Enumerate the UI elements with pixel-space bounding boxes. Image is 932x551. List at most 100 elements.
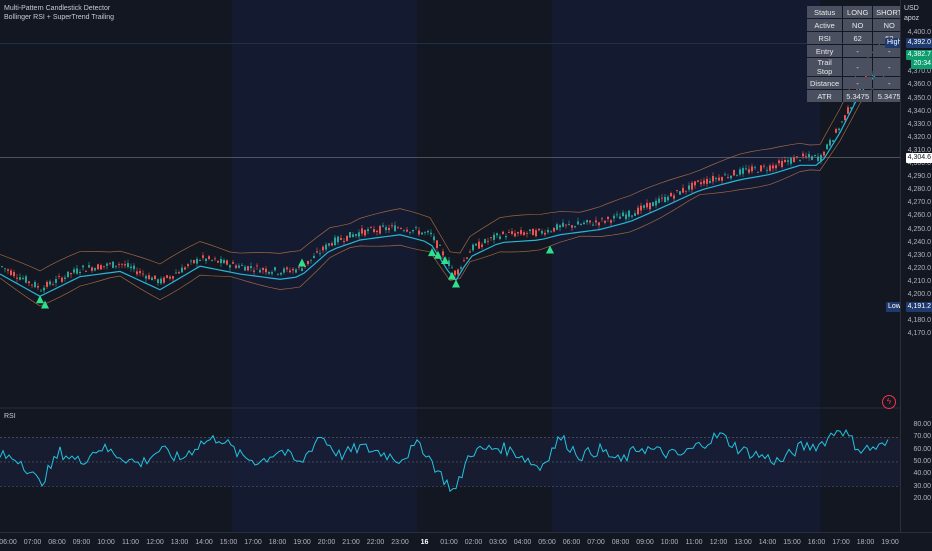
lightning-icon[interactable]: ϟ [882, 395, 896, 409]
candle-body [1, 266, 3, 268]
time-tick-label: 16 [420, 539, 429, 546]
candle-body [226, 260, 228, 265]
candle-body [25, 276, 27, 283]
candle-body [388, 227, 390, 231]
chart-area[interactable]: Multi-Pattern Candlestick Detector Bolli… [0, 0, 906, 532]
candle-body [253, 270, 255, 272]
candle-body [592, 224, 594, 226]
candle-body [247, 266, 249, 271]
candle-body [484, 239, 486, 243]
candle-body [661, 197, 663, 199]
candle-body [829, 139, 831, 146]
time-tick-label: 16:00 [807, 539, 826, 546]
candle-body [547, 229, 549, 233]
price-tick-label: 4,230.0 [907, 251, 931, 259]
candle-body [82, 265, 84, 268]
unit-label[interactable]: apoz [904, 14, 919, 24]
candle-body [733, 169, 735, 176]
candle-body [229, 265, 231, 268]
candle-body [703, 180, 705, 184]
candle-body [565, 224, 567, 226]
price-tick-label: 4,240.0 [907, 238, 931, 246]
candle-body [214, 258, 216, 260]
indicator-name-1[interactable]: Multi-Pattern Candlestick Detector [4, 4, 114, 13]
candle-body [742, 168, 744, 174]
price-tick-label: 4,180.0 [907, 317, 931, 325]
candle-body [619, 216, 621, 219]
candle-body [91, 267, 93, 271]
candle-body [505, 236, 507, 238]
status-header-label: Status [807, 6, 843, 18]
time-tick-label: 23:00 [391, 539, 409, 546]
candle-body [556, 224, 558, 230]
currency-selector[interactable]: USD apoz [904, 4, 919, 24]
low-price-tag: 4,191.2 [905, 301, 932, 312]
time-tick-label: 08:00 [48, 539, 66, 546]
rsi-tick-label: 60.00 [913, 445, 931, 453]
time-tick-label: 11:00 [685, 539, 703, 546]
currency-label[interactable]: USD [904, 4, 919, 14]
candle-body [481, 244, 483, 247]
time-tick-label: 20:00 [317, 539, 336, 546]
candle-body [532, 228, 534, 236]
rsi-pane-label[interactable]: RSI [4, 413, 16, 420]
candle-body [67, 271, 69, 278]
candle-body [784, 159, 786, 162]
candle-body [493, 234, 495, 240]
candle-body [778, 160, 780, 164]
price-chart[interactable] [0, 0, 900, 532]
candle-body [268, 271, 270, 274]
candle-body [241, 265, 243, 266]
status-row-long: 62 [843, 32, 873, 44]
time-axis[interactable]: 06:00 07:00 08:00 09:00 10:00 11:00 12:00 13:00… [0, 532, 932, 551]
candle-body [634, 213, 636, 216]
candle-body [400, 227, 402, 229]
candle-body [220, 258, 222, 264]
candle-body [475, 243, 477, 246]
candle-body [397, 227, 399, 229]
candle-body [799, 159, 801, 161]
candle-body [520, 230, 522, 235]
candle-body [673, 195, 675, 199]
candle-body [544, 232, 546, 235]
candle-body [826, 144, 828, 150]
candle-body [127, 263, 129, 268]
candle-body [529, 229, 531, 232]
candle-body [28, 281, 30, 284]
time-tick-label: 12:00 [709, 539, 728, 546]
candle-body [727, 177, 729, 178]
candle-body [802, 153, 804, 157]
countdown-tag: 20:34 [911, 58, 932, 69]
status-row-long: - [843, 45, 873, 57]
candle-body [202, 255, 204, 258]
candle-body [595, 220, 597, 223]
candle-body [436, 240, 438, 249]
candle-body [478, 241, 480, 249]
status-row-long: - [843, 58, 873, 76]
candle-body [559, 225, 561, 228]
candle-body [613, 215, 615, 219]
candle-body [133, 265, 135, 270]
candle-body [811, 156, 813, 160]
candle-body [739, 169, 741, 175]
candle-body [685, 190, 687, 192]
candle-body [70, 273, 72, 275]
rsi-tick-label: 30.00 [913, 482, 931, 490]
candle-body [172, 276, 174, 279]
price-axis[interactable]: 4,400.04,390.04,380.04,370.04,360.04,350… [900, 0, 932, 532]
candle-body [754, 167, 756, 169]
candle-body [424, 231, 426, 233]
time-tick-label: 10:00 [97, 539, 115, 546]
indicator-name-2[interactable]: Bollinger RSI + SuperTrend Trailing [4, 13, 114, 22]
candle-body [166, 275, 168, 278]
candle-body [835, 129, 837, 133]
candle-body [709, 180, 711, 183]
candle-body [157, 279, 159, 284]
candle-body [295, 269, 297, 273]
candle-body [631, 215, 633, 217]
candle-body [328, 243, 330, 246]
candle-body [538, 228, 540, 231]
candle-body [748, 169, 750, 173]
candle-body [406, 229, 408, 232]
candle-body [646, 202, 648, 208]
